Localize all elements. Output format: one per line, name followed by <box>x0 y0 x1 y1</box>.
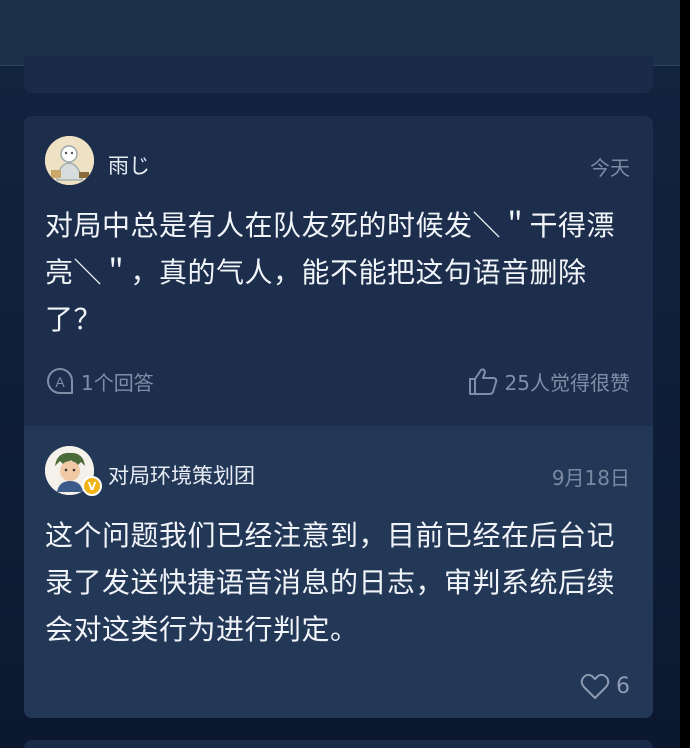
question-author-avatar[interactable] <box>45 136 94 185</box>
screen-edge <box>680 0 690 748</box>
like-count: 6 <box>616 673 630 699</box>
next-card <box>24 740 653 748</box>
svg-text:A: A <box>55 374 65 390</box>
question-date: 今天 <box>590 156 630 180</box>
question-text: 对局中总是有人在队友死的时候发＼＂干得漂亮＼＂，真的气人，能不能把这句语音删除了… <box>45 209 616 336</box>
question-author-name[interactable]: 雨じ <box>108 150 150 180</box>
answers-count[interactable]: A 1个回答 <box>45 366 154 396</box>
qa-card[interactable]: 雨じ 今天 对局中总是有人在队友死的时候发＼＂干得漂亮＼＂，真的气人，能不能把这… <box>24 116 653 718</box>
answer-author-name[interactable]: 对局环境策划团 <box>108 460 255 490</box>
heart-icon <box>580 673 610 699</box>
answer-text: 这个问题我们已经注意到，目前已经在后台记录了发送快捷语音消息的日志，审判系统后续… <box>45 519 616 646</box>
verified-badge: V <box>82 476 102 496</box>
agree-count-label: 25人觉得很赞 <box>504 370 630 395</box>
answer-section[interactable]: V 对局环境策划团 9月18日 这个问题我们已经注意到，目前已经在后台记录了发送… <box>24 426 653 718</box>
previous-card <box>24 56 653 93</box>
answer-date: 9月18日 <box>551 466 630 490</box>
answers-count-label: 1个回答 <box>81 370 154 395</box>
thumbs-up-icon <box>468 368 497 395</box>
agree-count[interactable]: 25人觉得很赞 <box>467 366 630 396</box>
question-section[interactable]: 雨じ 今天 对局中总是有人在队友死的时候发＼＂干得漂亮＼＂，真的气人，能不能把这… <box>24 116 653 426</box>
avatar-image <box>45 136 94 185</box>
answer-a-icon: A <box>47 367 73 394</box>
like-button[interactable]: 6 <box>580 672 630 700</box>
